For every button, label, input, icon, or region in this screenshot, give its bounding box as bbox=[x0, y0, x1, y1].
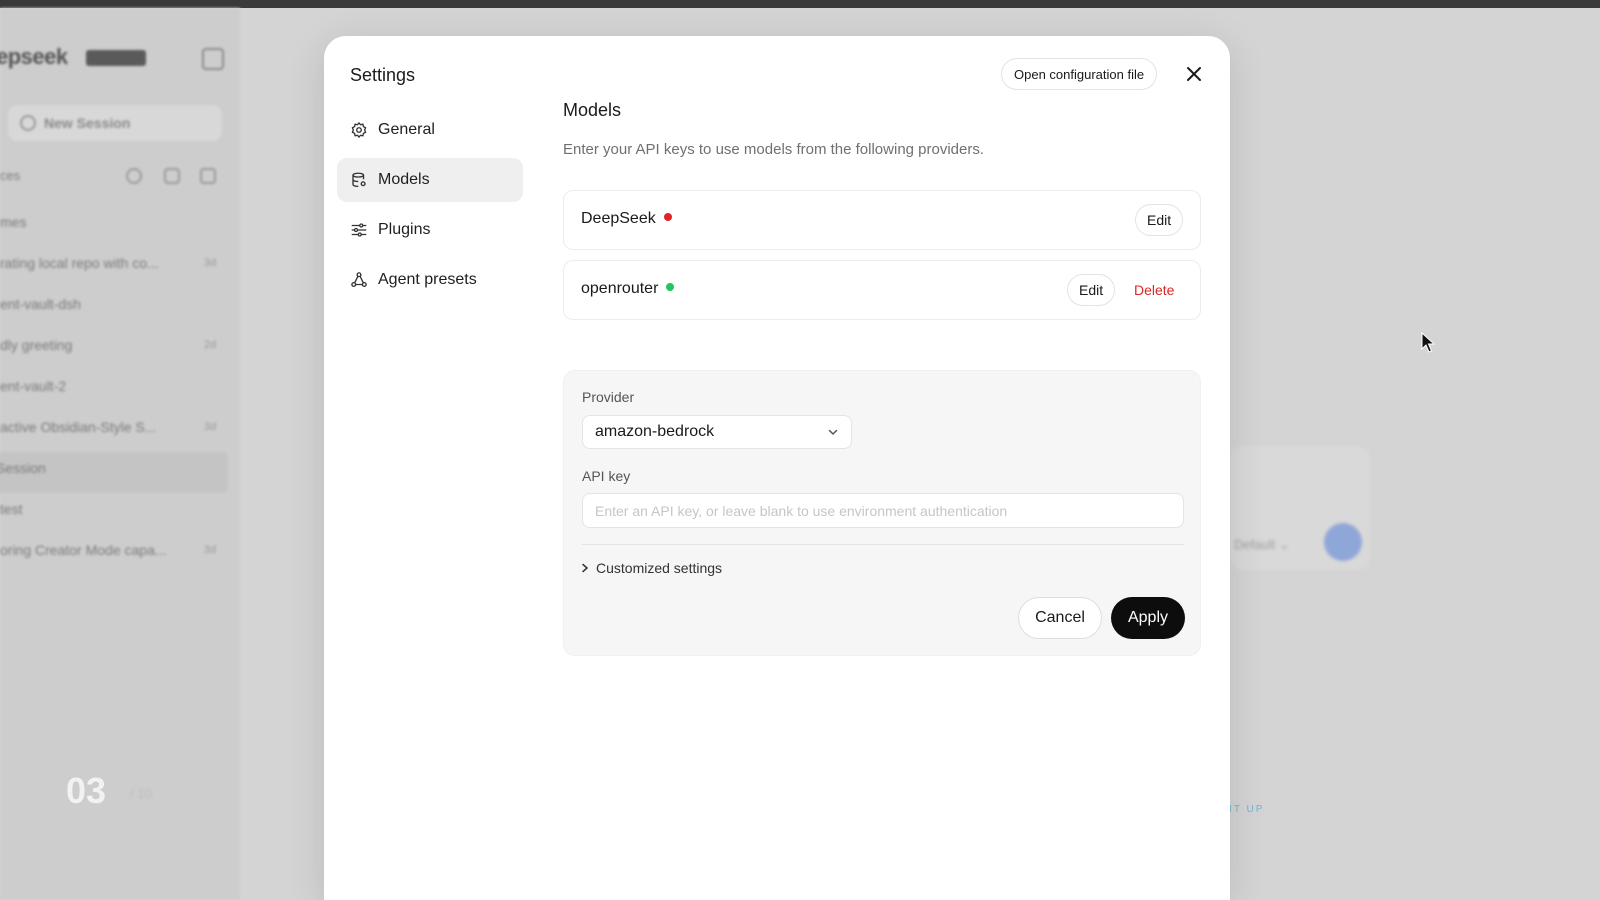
session-title: test bbox=[0, 501, 23, 517]
nav-item-agent-presets[interactable]: Agent presets bbox=[337, 258, 523, 302]
brand-logo: epseek bbox=[0, 44, 68, 69]
session-title: active Obsidian-Style S... bbox=[0, 419, 157, 435]
filter-icon[interactable] bbox=[164, 168, 180, 184]
session-title: oring Creator Mode capa... bbox=[0, 542, 167, 558]
customized-settings-label: Customized settings bbox=[596, 560, 723, 576]
edit-button[interactable]: Edit bbox=[1067, 274, 1116, 306]
open-configuration-file-button[interactable]: Open configuration file bbox=[1001, 58, 1158, 90]
slide-total: / 10 bbox=[130, 786, 152, 801]
section-title: Models bbox=[563, 100, 622, 120]
session-title: rating local repo with co... bbox=[0, 255, 159, 271]
nav-item-label: Agent presets bbox=[378, 271, 477, 288]
new-session-button[interactable]: New Session bbox=[8, 105, 222, 141]
provider-row-openrouter: openrouter Edit Delete bbox=[563, 260, 1201, 320]
delete-button[interactable]: Delete bbox=[1126, 274, 1182, 306]
edit-button[interactable]: Edit bbox=[1135, 204, 1184, 236]
apply-button[interactable]: Apply bbox=[1111, 597, 1185, 639]
session-list-item[interactable]: oring Creator Mode capa... 3d bbox=[0, 534, 232, 575]
window-top-bar bbox=[0, 0, 1600, 8]
plus-icon bbox=[20, 115, 36, 131]
status-dot bbox=[663, 213, 672, 221]
settings-nav: General Models Plugins Agent presets bbox=[337, 108, 523, 308]
database-icon bbox=[352, 172, 366, 188]
settings-modal: Settings Open configuration file General… bbox=[324, 36, 1230, 900]
nav-item-plugins[interactable]: Plugins bbox=[337, 208, 523, 252]
chevron-down-icon bbox=[828, 429, 838, 436]
agent-icon bbox=[351, 272, 367, 288]
session-list-item[interactable]: dly greeting 2d bbox=[0, 329, 232, 370]
modal-title: Settings bbox=[350, 65, 416, 85]
session-list-item[interactable]: test bbox=[0, 493, 232, 534]
sessions-header-label: ces bbox=[0, 168, 21, 183]
sliders-icon bbox=[351, 223, 367, 237]
provider-select[interactable]: amazon-bedrock bbox=[582, 415, 852, 449]
nav-item-models[interactable]: Models bbox=[337, 158, 523, 202]
model-selector-label: Default bbox=[1234, 537, 1276, 552]
status-dot bbox=[666, 283, 675, 291]
slide-counter: 03 bbox=[66, 770, 107, 811]
new-folder-icon[interactable] bbox=[200, 168, 216, 184]
session-age: 3d bbox=[204, 257, 217, 269]
api-key-input[interactable] bbox=[582, 493, 1184, 528]
session-title: ent-vault-dsh bbox=[0, 296, 81, 312]
section-description: Enter your API keys to use models from t… bbox=[563, 141, 985, 158]
session-list-item[interactable]: rating local repo with co... 3d bbox=[0, 247, 232, 288]
close-button[interactable] bbox=[1182, 62, 1206, 86]
session-list-item-active[interactable]: Session bbox=[0, 452, 228, 493]
session-title: dly greeting bbox=[0, 337, 73, 353]
divider bbox=[582, 544, 1184, 545]
chevron-right-icon bbox=[582, 563, 589, 573]
session-list-item[interactable]: ent-vault-dsh bbox=[0, 288, 232, 329]
brand-badge bbox=[86, 50, 146, 66]
model-selector[interactable]: Default ⌄ bbox=[1234, 537, 1290, 553]
nav-item-label: Models bbox=[378, 171, 430, 188]
send-button[interactable] bbox=[1324, 523, 1362, 561]
provider-name-text: openrouter bbox=[581, 280, 659, 297]
session-list-item[interactable]: mes bbox=[0, 206, 232, 247]
session-list-item[interactable]: active Obsidian-Style S... 3d bbox=[0, 411, 232, 452]
nav-item-general[interactable]: General bbox=[337, 108, 523, 152]
provider-row-deepseek: DeepSeek Edit bbox=[563, 190, 1201, 250]
close-icon bbox=[1187, 67, 1201, 81]
session-title: mes bbox=[0, 214, 27, 230]
session-age: 3d bbox=[204, 421, 217, 433]
gear-icon bbox=[351, 122, 367, 138]
search-icon[interactable] bbox=[126, 168, 142, 184]
mouse-cursor-icon bbox=[1421, 331, 1436, 359]
background-sidebar: epseek New Session ces mes rating local … bbox=[0, 8, 240, 900]
provider-name: DeepSeek bbox=[581, 210, 672, 228]
new-session-label: New Session bbox=[44, 115, 131, 131]
cancel-button[interactable]: Cancel bbox=[1018, 597, 1102, 639]
session-list-item[interactable]: ent-vault-2 bbox=[0, 370, 232, 411]
customized-settings-toggle[interactable]: Customized settings bbox=[580, 560, 722, 576]
nav-item-label: General bbox=[378, 121, 435, 138]
api-key-label: API key bbox=[582, 468, 631, 484]
nav-item-label: Plugins bbox=[378, 221, 431, 238]
provider-name-text: DeepSeek bbox=[581, 210, 656, 227]
sessions-header: ces bbox=[0, 168, 230, 188]
session-title: Session bbox=[0, 460, 46, 476]
session-title: ent-vault-2 bbox=[0, 378, 67, 394]
provider-name: openrouter bbox=[581, 280, 675, 298]
session-list: mes rating local repo with co... 3d ent-v… bbox=[0, 206, 232, 575]
sidebar-toggle-icon[interactable] bbox=[202, 48, 224, 70]
add-provider-form: Provider amazon-bedrock API key Customiz… bbox=[563, 370, 1201, 656]
provider-select-value: amazon-bedrock bbox=[595, 423, 715, 440]
session-age: 3d bbox=[204, 544, 217, 556]
session-age: 2d bbox=[204, 339, 217, 351]
provider-label: Provider bbox=[582, 389, 635, 405]
